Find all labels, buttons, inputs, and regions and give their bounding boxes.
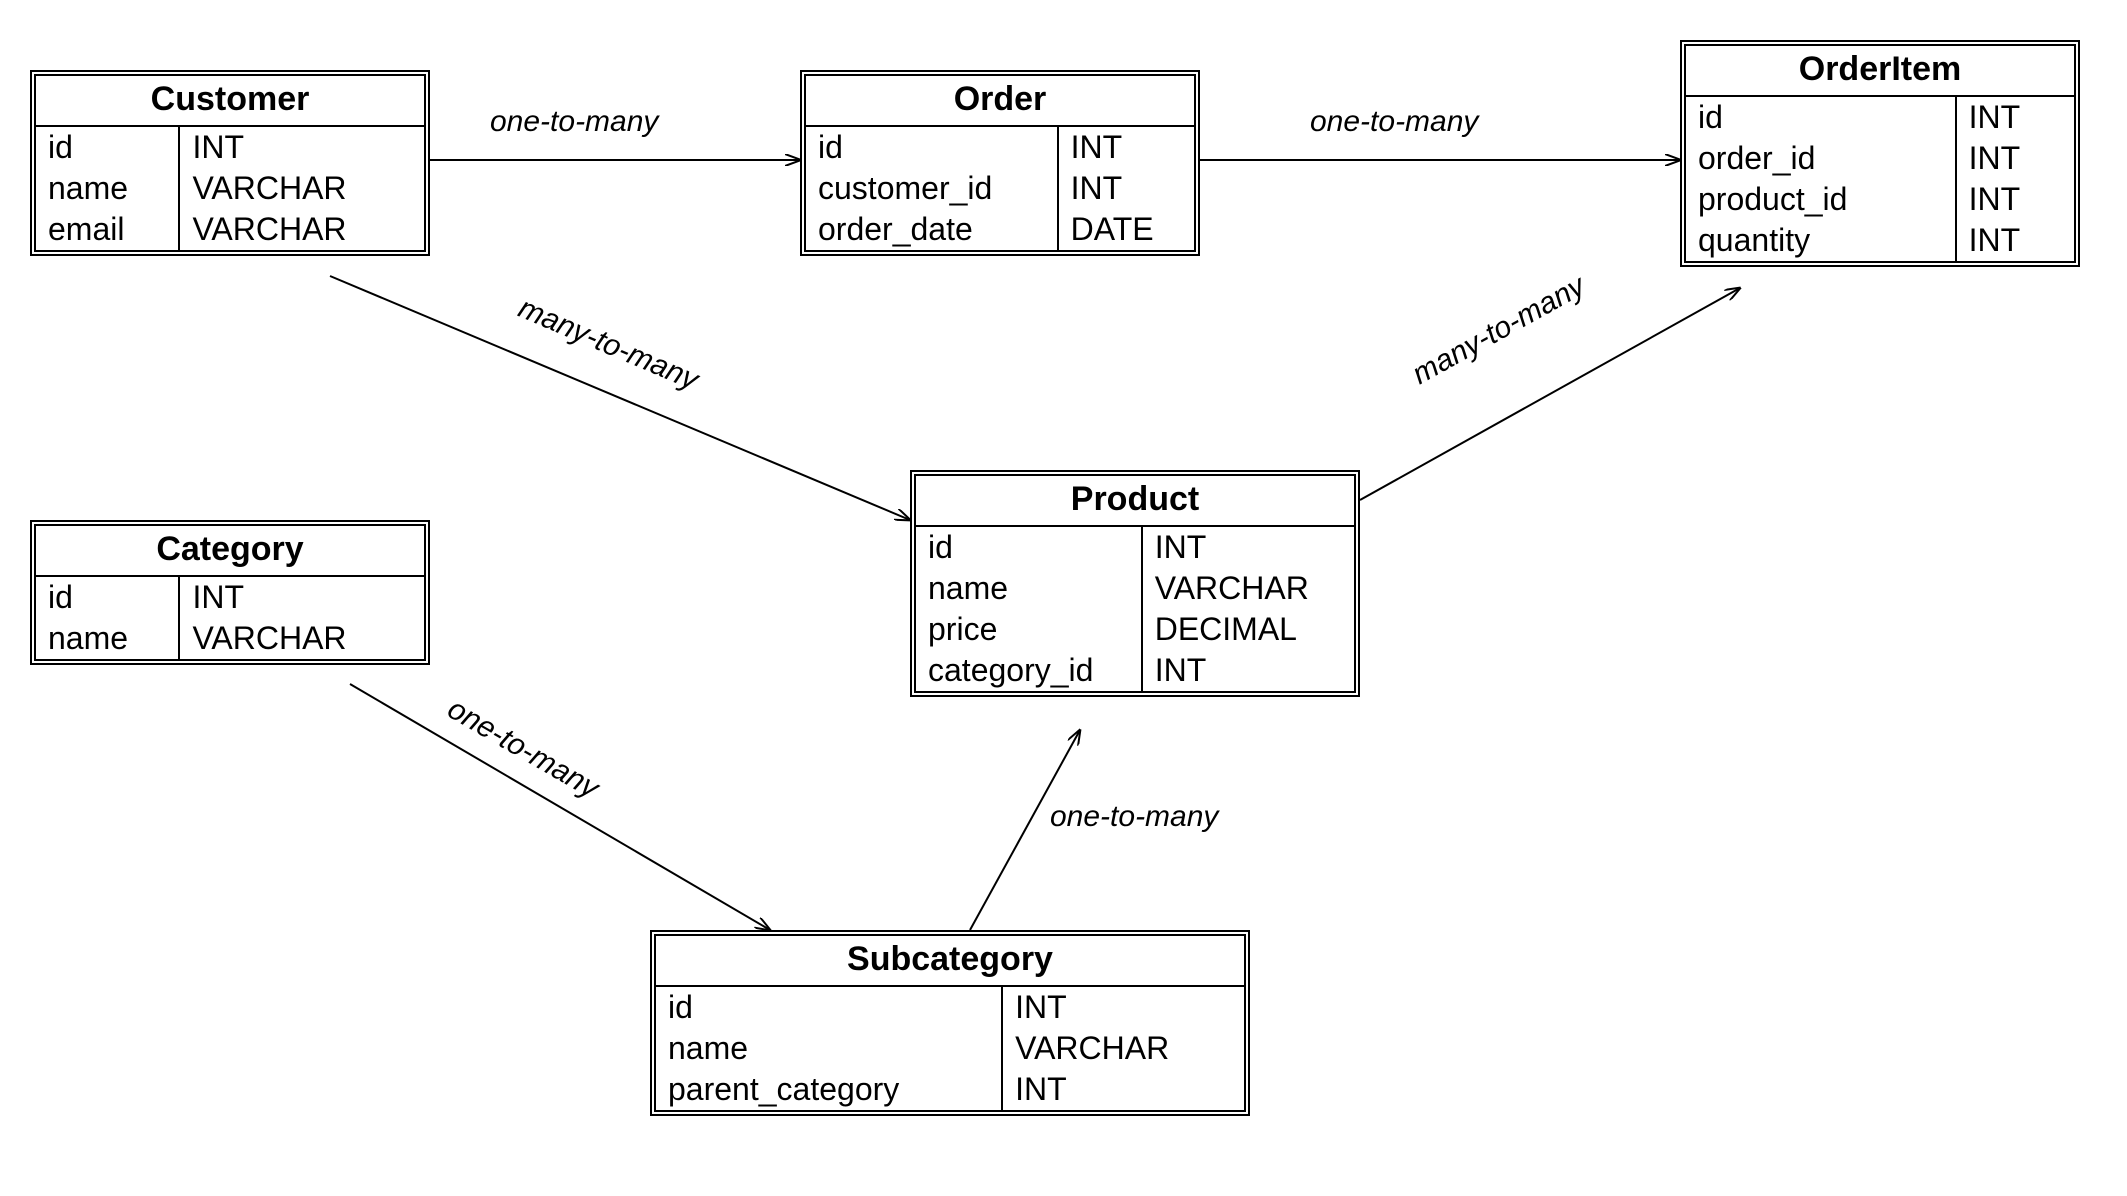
table-row: idINT [1686, 97, 2074, 138]
field-name: id [36, 127, 179, 168]
entity-fields-table: idINTnameVARCHARpriceDECIMALcategory_idI… [916, 527, 1354, 691]
field-type: INT [1956, 97, 2074, 138]
edge-label-order-item: one-to-many [1310, 105, 1478, 139]
field-type: VARCHAR [179, 168, 424, 209]
edge-label-cust-order: one-to-many [490, 105, 658, 139]
entity-title: Product [916, 476, 1354, 527]
field-name: quantity [1686, 220, 1956, 261]
entity-fields-table: idINTnameVARCHARemailVARCHAR [36, 127, 424, 250]
table-row: nameVARCHAR [36, 618, 424, 659]
field-type: INT [1002, 987, 1244, 1028]
entity-title: Customer [36, 76, 424, 127]
table-row: customer_idINT [806, 168, 1194, 209]
table-row: idINT [656, 987, 1244, 1028]
field-name: email [36, 209, 179, 250]
field-type: VARCHAR [1142, 568, 1354, 609]
field-name: id [656, 987, 1002, 1028]
entity-title: OrderItem [1686, 46, 2074, 97]
field-type: DATE [1058, 209, 1194, 250]
er-diagram-canvas: CustomeridINTnameVARCHARemailVARCHAROrde… [0, 0, 2127, 1196]
field-type: INT [1956, 220, 2074, 261]
field-name: name [916, 568, 1142, 609]
field-name: id [916, 527, 1142, 568]
entity-title: Category [36, 526, 424, 577]
table-row: priceDECIMAL [916, 609, 1354, 650]
table-row: idINT [916, 527, 1354, 568]
entity-title: Order [806, 76, 1194, 127]
table-row: product_idINT [1686, 179, 2074, 220]
edge-label-cust-product: many-to-many [513, 291, 703, 397]
field-name: order_date [806, 209, 1058, 250]
field-type: VARCHAR [179, 209, 424, 250]
field-type: INT [1002, 1069, 1244, 1110]
entity-fields-table: idINTnameVARCHARparent_categoryINT [656, 987, 1244, 1110]
table-row: nameVARCHAR [656, 1028, 1244, 1069]
field-name: id [36, 577, 179, 618]
entity-title: Subcategory [656, 936, 1244, 987]
field-name: order_id [1686, 138, 1956, 179]
table-row: idINT [806, 127, 1194, 168]
table-row: idINT [36, 127, 424, 168]
field-name: product_id [1686, 179, 1956, 220]
field-name: id [806, 127, 1058, 168]
field-type: VARCHAR [1002, 1028, 1244, 1069]
edge-cust-product [330, 276, 910, 520]
field-type: VARCHAR [179, 618, 424, 659]
field-type: INT [1956, 138, 2074, 179]
edge-label-subcat-product: one-to-many [1050, 800, 1218, 834]
field-name: price [916, 609, 1142, 650]
entity-customer: CustomeridINTnameVARCHARemailVARCHAR [30, 70, 430, 256]
field-name: category_id [916, 650, 1142, 691]
field-name: name [36, 168, 179, 209]
field-type: INT [1058, 127, 1194, 168]
table-row: nameVARCHAR [916, 568, 1354, 609]
table-row: parent_categoryINT [656, 1069, 1244, 1110]
edge-label-product-item: many-to-many [1407, 269, 1591, 392]
field-name: name [656, 1028, 1002, 1069]
table-row: nameVARCHAR [36, 168, 424, 209]
entity-fields-table: idINTnameVARCHAR [36, 577, 424, 659]
table-row: quantityINT [1686, 220, 2074, 261]
field-type: INT [1142, 650, 1354, 691]
table-row: idINT [36, 577, 424, 618]
table-row: order_dateDATE [806, 209, 1194, 250]
edge-cat-subcat [350, 684, 770, 930]
field-type: INT [179, 577, 424, 618]
entity-fields-table: idINTcustomer_idINTorder_dateDATE [806, 127, 1194, 250]
entity-category: CategoryidINTnameVARCHAR [30, 520, 430, 665]
table-row: category_idINT [916, 650, 1354, 691]
field-name: name [36, 618, 179, 659]
field-type: INT [1956, 179, 2074, 220]
table-row: order_idINT [1686, 138, 2074, 179]
entity-product: ProductidINTnameVARCHARpriceDECIMALcateg… [910, 470, 1360, 697]
field-type: DECIMAL [1142, 609, 1354, 650]
edge-label-cat-subcat: one-to-many [442, 692, 605, 806]
field-name: id [1686, 97, 1956, 138]
entity-order: OrderidINTcustomer_idINTorder_dateDATE [800, 70, 1200, 256]
field-type: INT [1058, 168, 1194, 209]
entity-fields-table: idINTorder_idINTproduct_idINTquantityINT [1686, 97, 2074, 261]
entity-subcategory: SubcategoryidINTnameVARCHARparent_catego… [650, 930, 1250, 1116]
table-row: emailVARCHAR [36, 209, 424, 250]
field-name: customer_id [806, 168, 1058, 209]
field-type: INT [1142, 527, 1354, 568]
field-type: INT [179, 127, 424, 168]
entity-orderitem: OrderItemidINTorder_idINTproduct_idINTqu… [1680, 40, 2080, 267]
field-name: parent_category [656, 1069, 1002, 1110]
